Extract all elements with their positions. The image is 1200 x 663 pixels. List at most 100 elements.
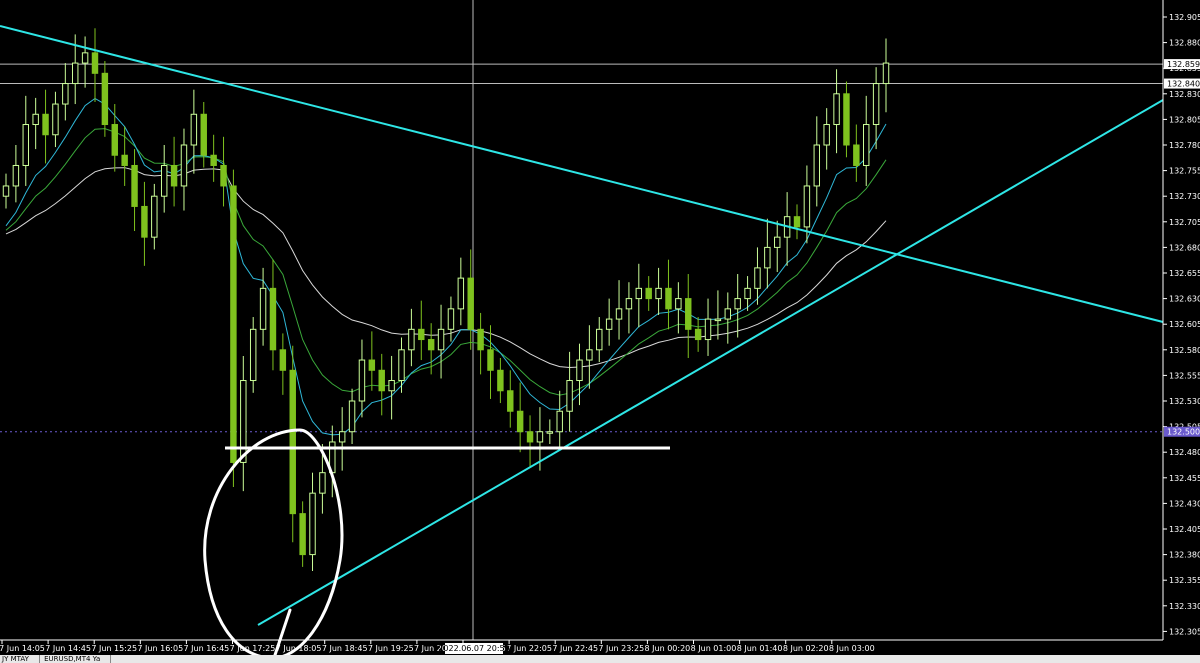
y-tick-label: 132.730 [1169, 192, 1200, 201]
x-tick-label: 7 Jun 16:45 [184, 644, 230, 653]
candle-body [408, 328, 415, 351]
y-tick-label: 132.805 [1169, 115, 1200, 124]
candle-body [526, 431, 534, 443]
candle-body [774, 236, 781, 248]
candle-body [447, 308, 455, 330]
candle-body [823, 124, 830, 146]
candle-body [170, 164, 178, 187]
x-tick-label: 8 Jun 03:00 [829, 644, 875, 653]
candle-body [764, 246, 771, 269]
candle-body [734, 298, 741, 310]
candle-body [704, 318, 712, 341]
candle-body [833, 93, 840, 126]
candle-body [853, 144, 860, 166]
x-tick-label: 7 Jun 15:25 [91, 644, 137, 653]
candle-body [418, 328, 425, 341]
price-tag-label: 132.500 [1167, 428, 1200, 437]
candle-body [368, 359, 376, 371]
candle-body [81, 52, 89, 64]
chart-grid [0, 0, 1163, 640]
candle-body [62, 83, 69, 105]
candle-body [230, 185, 237, 463]
candle-body [427, 339, 435, 351]
candle-body [111, 124, 118, 156]
ascending-trendline [257, 99, 1164, 626]
candle-body [457, 277, 465, 310]
ma-fast [5, 97, 887, 436]
candle-body [220, 164, 227, 187]
x-tick-label: 7 Jun 14:45 [45, 644, 91, 653]
candle-body [299, 513, 306, 556]
x-tick-label: 8 Jun 01:40 [737, 644, 783, 653]
candle-body [596, 328, 603, 351]
y-tick-label: 132.830 [1169, 90, 1200, 99]
candle-body [249, 328, 257, 382]
hand-drawn-circle [203, 428, 344, 660]
candle-body [378, 369, 385, 392]
candle-body [872, 83, 880, 126]
candle-body [724, 308, 732, 320]
y-tick-label: 132.455 [1169, 474, 1200, 483]
candle-body [625, 298, 633, 310]
candle-body [259, 287, 267, 330]
y-tick-label: 132.605 [1169, 320, 1200, 329]
x-tick-label: 7 Jun 22:45 [552, 644, 598, 653]
candle-body [32, 113, 39, 126]
candle-body [685, 298, 692, 330]
price-tag-label: 132.859 [1167, 60, 1200, 69]
candle-body [803, 185, 811, 228]
candle-body [813, 144, 821, 187]
candle-body [556, 410, 563, 433]
symbol-tab-bar[interactable]: JY MTAY EURUSD,MT4 Ya [0, 655, 1200, 663]
candle-body [882, 62, 890, 85]
y-tick-label: 132.330 [1169, 602, 1200, 611]
price-chart[interactable]: 132.905132.880132.855132.830132.805132.7… [0, 0, 1200, 663]
price-tag-label: 132.840 [1167, 80, 1200, 89]
y-tick-label: 132.480 [1169, 448, 1200, 457]
y-axis: 132.905132.880132.855132.830132.805132.7… [1162, 0, 1200, 640]
candle-body [2, 185, 10, 197]
x-tick-label: 7 Jun 23:25 [598, 644, 644, 653]
candle-body [863, 124, 870, 166]
y-tick-label: 132.430 [1169, 499, 1200, 508]
candle-body [487, 349, 494, 371]
x-tick-label: 8 Jun 00:20 [645, 644, 691, 653]
candle-body [576, 359, 583, 382]
candle-body [675, 298, 682, 310]
y-tick-label: 132.880 [1169, 39, 1200, 48]
candle-body [497, 369, 504, 392]
candle-body [160, 164, 168, 197]
candle-body [388, 380, 395, 392]
candle-body [655, 287, 662, 300]
candle-body [754, 267, 761, 289]
candle-body [843, 93, 850, 146]
candle-body [546, 431, 554, 434]
candle-body [398, 349, 405, 382]
candle-body [645, 287, 652, 300]
candle-body [210, 154, 217, 166]
y-tick-label: 132.705 [1169, 218, 1200, 227]
candle-body [180, 144, 188, 187]
x-tick-label: 7 Jun 17:25 [230, 644, 276, 653]
x-tick-label: 7 Jun 22:05 [506, 644, 552, 653]
candle-body [714, 318, 722, 322]
candle-body [52, 103, 59, 136]
candle-body [131, 164, 138, 207]
candle-body [635, 287, 643, 300]
crosshair-time-label: 2022.06.07 20:50 [438, 644, 509, 653]
x-tick-label: 8 Jun 02:20 [783, 644, 829, 653]
y-tick-label: 132.405 [1169, 525, 1200, 534]
candle-body [338, 431, 346, 443]
candle-body [240, 380, 247, 463]
symbol-tab-1[interactable]: JY MTAY [0, 655, 40, 663]
symbol-tab-2[interactable]: EURUSD,MT4 Ya [42, 655, 112, 663]
y-tick-label: 132.655 [1169, 269, 1200, 278]
candle-body [507, 390, 514, 412]
candle-body [71, 62, 79, 85]
y-tick-label: 132.755 [1169, 167, 1200, 176]
candle-body [141, 205, 148, 238]
candle-body [200, 113, 207, 156]
candle-body [190, 113, 198, 146]
candle-body [536, 431, 544, 443]
moving-averages [5, 97, 887, 436]
